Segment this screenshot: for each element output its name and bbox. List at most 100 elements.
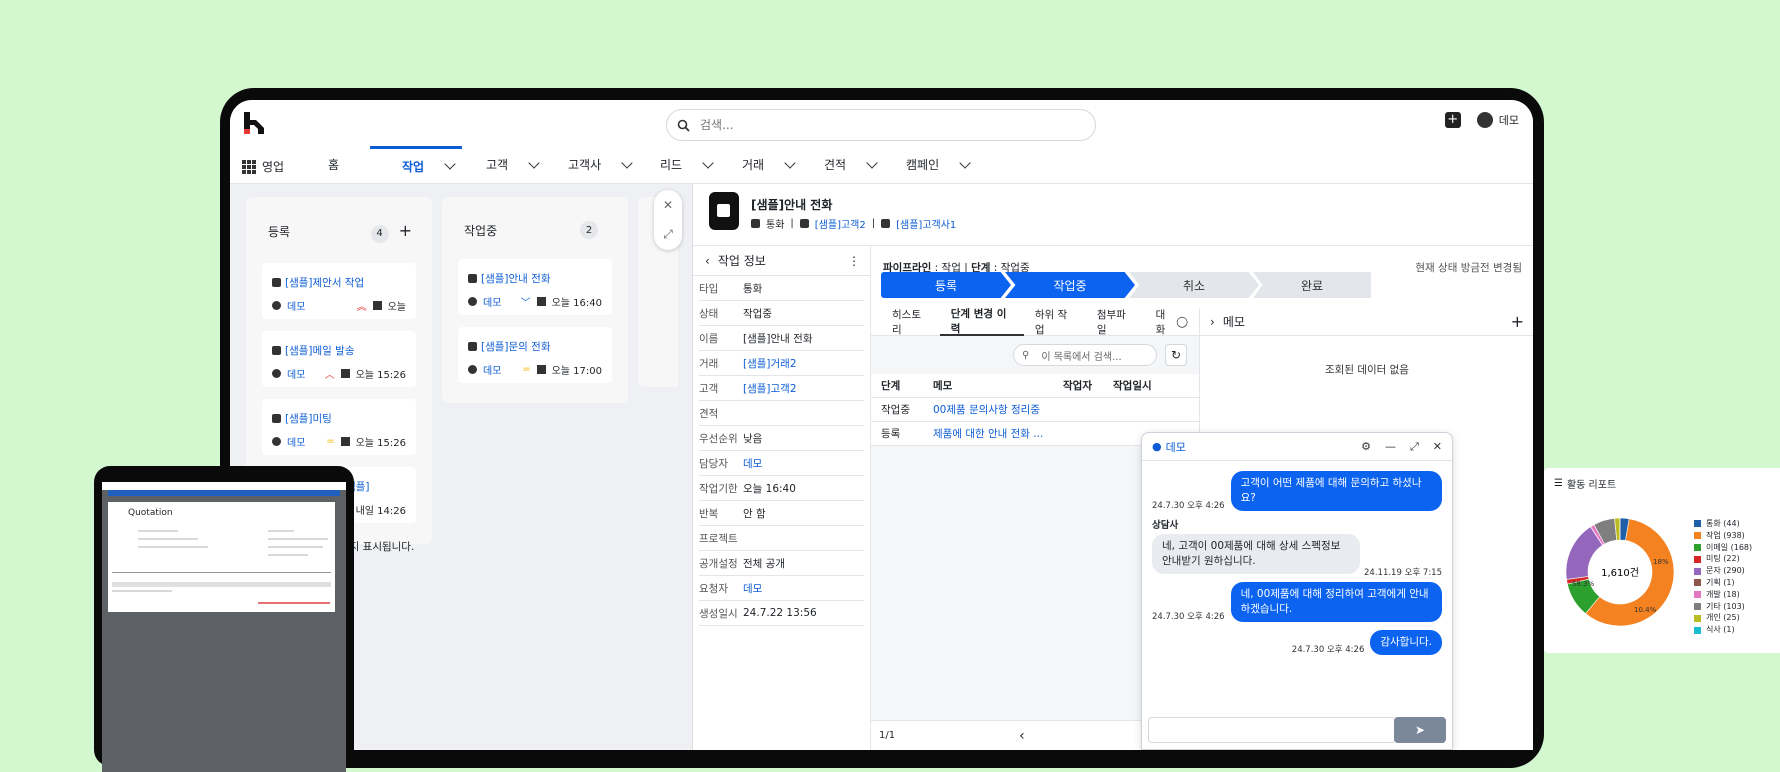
info-value[interactable]: 데모 (743, 581, 762, 596)
user-menu[interactable]: 데모 (1477, 112, 1519, 128)
chevron-down-icon[interactable] (702, 157, 713, 168)
tab-campaigns[interactable]: 캠페인 (906, 146, 969, 183)
subtab-attachments[interactable]: 첨부파일 (1086, 308, 1145, 336)
info-value[interactable]: 데모 (743, 456, 762, 471)
close-icon[interactable]: ✕ (663, 198, 673, 212)
legend-item[interactable]: 식사 (1) (1694, 624, 1752, 636)
cell-memo[interactable]: 제품에 대한 안내 전화 ... (923, 426, 1053, 441)
report-list-icon: ☰ (1554, 478, 1563, 489)
legend-label: 작업 (938) (1706, 530, 1745, 542)
legend-item[interactable]: 작업 (938) (1694, 530, 1752, 542)
card-title[interactable]: [샘플]메일 발송 (285, 343, 355, 358)
close-icon[interactable]: ✕ (1433, 440, 1442, 454)
message-sender: 상담사 (1152, 517, 1442, 531)
subtab-stage-history[interactable]: 단계 변경 이력 (940, 308, 1024, 336)
info-value: 오늘 16:40 (743, 481, 796, 496)
chat-input[interactable] (1148, 717, 1396, 743)
chevron-down-icon[interactable] (528, 157, 539, 168)
prev-page-icon[interactable]: ‹ (1019, 728, 1025, 744)
chevron-down-icon[interactable] (621, 157, 632, 168)
tab-deals[interactable]: 거래 (742, 146, 794, 183)
chevron-right-icon[interactable]: › (1210, 315, 1215, 329)
add-card-icon[interactable]: + (399, 221, 412, 240)
chevron-down-icon[interactable] (866, 157, 877, 168)
message-bubble: 감사합니다. (1370, 630, 1442, 655)
legend-item[interactable]: 기획 (1) (1694, 577, 1752, 589)
chevron-down-icon[interactable] (959, 157, 970, 168)
table-row[interactable]: 작업중00제품 문의사항 정리중 (871, 398, 1199, 422)
detail-subtabs: 히스토리 단계 변경 이력 하위 작업 첨부파일 대화◯ (871, 308, 1199, 336)
chevron-down-icon[interactable] (444, 158, 455, 169)
tab-home[interactable]: 홈 (328, 146, 339, 183)
tab-label: 작업 (402, 158, 424, 175)
app-logo[interactable] (242, 110, 268, 136)
legend-item[interactable]: 통화 (44) (1694, 518, 1752, 530)
app-launcher[interactable]: 영업 (242, 158, 284, 175)
subtab-conversation[interactable]: 대화◯ (1145, 308, 1199, 336)
tab-customers[interactable]: 고객 (486, 146, 538, 183)
kanban-card[interactable]: [샘플]안내 전화데모﹀오늘 16:40 (458, 259, 612, 315)
legend-item[interactable]: 개인 (25) (1694, 612, 1752, 624)
cell-memo[interactable]: 00제품 문의사항 정리중 (923, 402, 1053, 417)
tab-tasks[interactable]: 작업 (370, 146, 462, 183)
column-header[interactable]: 작업일시 (1103, 378, 1152, 393)
tablet-status-bar (102, 482, 346, 490)
detail-customer-link[interactable]: [샘플]고객2 (815, 216, 866, 231)
tab-leads[interactable]: 리드 (660, 146, 712, 183)
card-title[interactable]: [샘플]제안서 작업 (285, 275, 364, 290)
chevron-down-icon[interactable] (784, 157, 795, 168)
search-input[interactable] (700, 118, 1060, 132)
task-info-section: ‹작업 정보⋮ 타입통화상태작업중이름[샘플]안내 전화거래[샘플]거래2고객[… (693, 246, 871, 750)
legend-item[interactable]: 미팅 (22) (1694, 553, 1752, 565)
send-button[interactable]: ➤ (1394, 717, 1446, 743)
expand-icon[interactable]: ⤢ (663, 227, 673, 242)
message-time: 24.7.30 오후 4:26 (1292, 643, 1365, 655)
grid-search-input[interactable]: ⚲이 목록에서 검색... (1013, 344, 1157, 366)
stage-step-complete[interactable]: 완료 (1253, 272, 1371, 298)
card-owner[interactable]: 데모 (287, 366, 319, 381)
info-value[interactable]: [샘플]고객2 (743, 381, 797, 396)
info-value[interactable]: [샘플]거래2 (743, 356, 797, 371)
add-icon[interactable]: + (1445, 112, 1461, 128)
refresh-icon[interactable]: ↻ (1165, 344, 1187, 366)
call-icon (751, 219, 760, 228)
stage-step-cancelled[interactable]: 취소 (1129, 272, 1259, 298)
kanban-card[interactable]: [샘플]미팅데모=오늘 15:26 (262, 399, 416, 455)
card-title[interactable]: [샘플]미팅 (285, 411, 332, 426)
info-row: 견적 (699, 401, 864, 426)
kanban-card[interactable]: [샘플]메일 발송데모︿오늘 15:26 (262, 331, 416, 387)
card-owner[interactable]: 데모 (483, 294, 515, 309)
column-header[interactable]: 메모 (923, 378, 1053, 393)
tab-quotes[interactable]: 견적 (824, 146, 876, 183)
stage-step-in-progress[interactable]: 작업중 (1005, 272, 1135, 298)
legend-item[interactable]: 문자 (290) (1694, 565, 1752, 577)
column-header[interactable]: 작업자 (1053, 378, 1103, 393)
subtab-history[interactable]: 히스토리 (881, 308, 940, 336)
user-name: 데모 (1499, 112, 1519, 128)
subtab-label: 대화 (1156, 307, 1174, 337)
detail-company-link[interactable]: [샘플]고객사1 (896, 216, 956, 231)
chevron-left-icon[interactable]: ‹ (705, 254, 710, 268)
legend-label: 미팅 (22) (1706, 553, 1740, 565)
column-header[interactable]: 단계 (871, 378, 923, 393)
kanban-card[interactable]: [샘플]제안서 작업데모︽오늘 (262, 263, 416, 319)
card-owner[interactable]: 데모 (287, 298, 351, 313)
legend-item[interactable]: 기타 (103) (1694, 601, 1752, 613)
legend-item[interactable]: 이메일 (168) (1694, 542, 1752, 554)
expand-icon[interactable]: ⤢ (1410, 440, 1419, 454)
tab-companies[interactable]: 고객사 (568, 146, 631, 183)
gear-icon[interactable]: ⚙ (1361, 440, 1371, 454)
subtab-subtasks[interactable]: 하위 작업 (1024, 308, 1086, 336)
global-search[interactable] (666, 109, 1096, 141)
card-owner[interactable]: 데모 (483, 362, 516, 377)
card-title[interactable]: [샘플]안내 전화 (481, 271, 551, 286)
stage-step-registered[interactable]: 등록 (881, 272, 1011, 298)
legend-item[interactable]: 개발 (18) (1694, 589, 1752, 601)
card-owner[interactable]: 데모 (287, 434, 320, 449)
card-title[interactable]: [샘플]문의 전화 (481, 339, 551, 354)
add-memo-icon[interactable]: + (1511, 312, 1524, 331)
more-vertical-icon[interactable]: ⋮ (848, 254, 860, 268)
kanban-card[interactable]: [샘플]문의 전화데모=오늘 17:00 (458, 327, 612, 383)
info-key: 이름 (699, 331, 743, 346)
minimize-icon[interactable]: — (1385, 440, 1396, 454)
